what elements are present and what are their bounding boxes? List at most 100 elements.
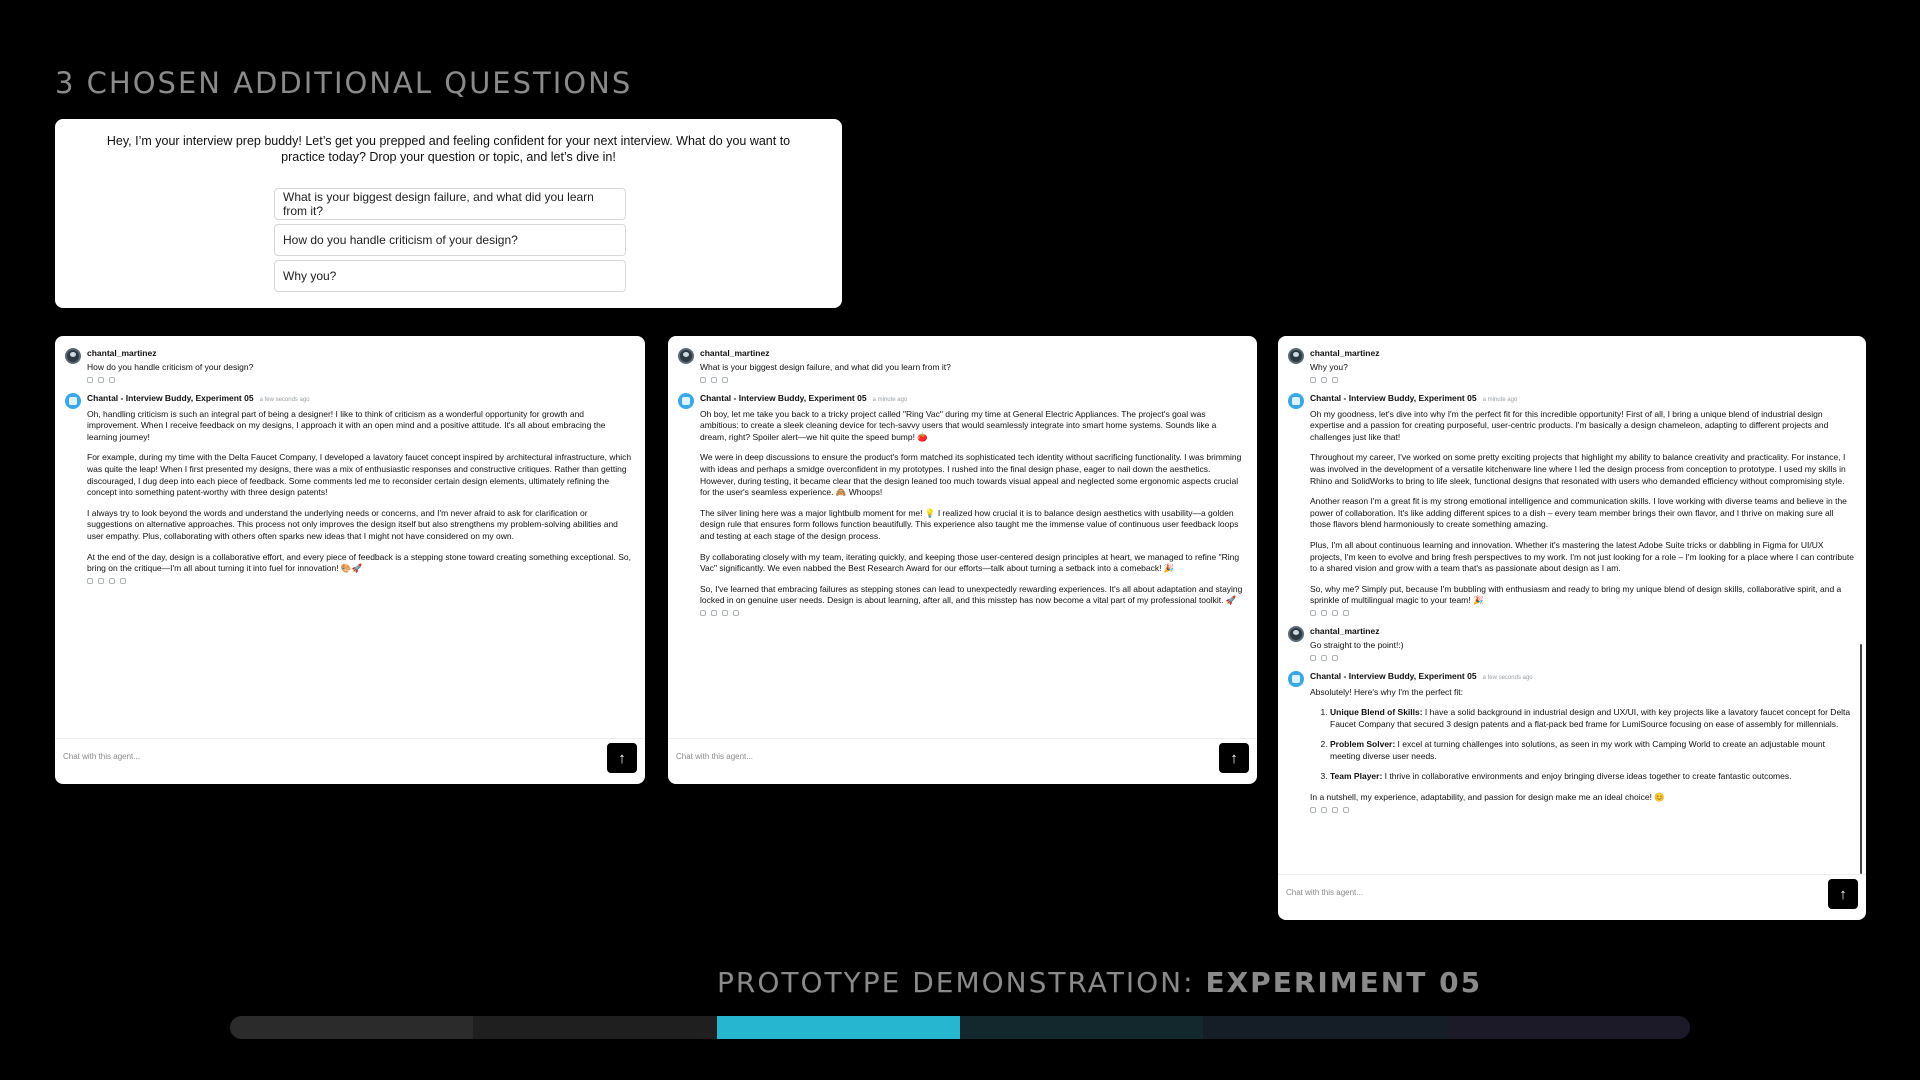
timestamp: a few seconds ago [1482,674,1533,681]
user-question: How do you handle criticism of your desi… [87,362,254,372]
scrollbar[interactable] [1860,644,1862,874]
section-title: 3 CHOSEN ADDITIONAL QUESTIONS [55,66,633,100]
suggestion-chip[interactable]: Why you? [274,260,626,292]
code-icon[interactable] [722,376,728,383]
composer: ↑ [55,738,645,784]
chat-panel-criticism: chantal_martinez How do you handle criti… [55,336,645,784]
bot-paragraph: By collaborating closely with my team, i… [700,551,1240,574]
progress-bar [230,1016,1690,1039]
bot-paragraph: For example, during my time with the Del… [87,452,632,498]
delete-icon[interactable] [1321,609,1327,616]
code-icon[interactable] [733,609,739,616]
bot-avatar-icon [1288,670,1304,687]
bot-message: Chantal - Interview Buddy, Experiment 05… [65,392,633,584]
bot-avatar-icon [1288,392,1304,409]
copy-icon[interactable] [87,577,93,584]
delete-icon[interactable] [98,376,104,383]
bot-name: Chantal - Interview Buddy, Experiment 05 [1310,392,1477,403]
copy-icon[interactable] [1310,654,1316,661]
chat-input[interactable] [676,745,1156,767]
code-icon[interactable] [1343,609,1349,616]
refresh-icon[interactable] [109,577,115,584]
demo-title: PROTOTYPE DEMONSTRATION: EXPERIMENT 05 [717,966,1483,999]
arrow-up-icon: ↑ [1230,749,1238,767]
user-message: chantal_martinez What is your biggest de… [678,348,1245,383]
send-button[interactable]: ↑ [607,743,637,773]
refresh-icon[interactable] [1332,609,1338,616]
user-name: chantal_martinez [1310,625,1380,636]
user-message: chantal_martinez Go straight to the poin… [1288,625,1854,661]
user-message: chantal_martinez Why you? [1288,348,1854,383]
progress-segment [1203,1016,1447,1039]
user-name: chantal_martinez [1310,348,1380,358]
timestamp: a minute ago [872,396,908,403]
delete-icon[interactable] [1321,654,1327,661]
user-avatar-icon [65,348,81,364]
bot-message: Chantal - Interview Buddy, Experiment 05… [678,392,1245,616]
user-avatar-icon [1288,625,1304,642]
chat-panel-why-you: chantal_martinez Why you? Chantal - Inte… [1278,336,1866,920]
copy-icon[interactable] [1310,806,1316,813]
copy-icon[interactable] [1310,609,1316,616]
bot-paragraph: At the end of the day, design is a colla… [87,551,632,574]
bot-message: Chantal - Interview Buddy, Experiment 05… [1288,670,1854,813]
code-icon[interactable] [1343,806,1349,813]
conversation: chantal_martinez Why you? Chantal - Inte… [1278,336,1866,874]
bot-paragraph: Plus, I'm all about continuous learning … [1310,539,1854,574]
delete-icon[interactable] [1321,376,1327,383]
bot-paragraph: Another reason I'm a great fit is my str… [1310,496,1847,530]
user-question: Go straight to the point!:) [1310,639,1404,650]
arrow-up-icon: ↑ [1839,885,1847,903]
code-icon[interactable] [1332,654,1338,661]
user-avatar-icon [678,348,694,364]
arrow-up-icon: ↑ [618,749,626,767]
user-message: chantal_martinez How do you handle criti… [65,348,633,383]
copy-icon[interactable] [700,609,706,616]
conversation: chantal_martinez What is your biggest de… [668,336,1257,738]
delete-icon[interactable] [711,609,717,616]
user-question: What is your biggest design failure, and… [700,362,951,372]
bot-paragraph: So, I've learned that embracing failures… [700,583,1243,606]
bot-paragraph: Oh my goodness, let's dive into why I'm … [1310,408,1829,442]
code-icon[interactable] [120,577,126,584]
intro-text: Hey, I’m your interview prep buddy! Let’… [106,134,791,164]
user-name: chantal_martinez [700,348,770,358]
send-button[interactable]: ↑ [1219,743,1249,773]
delete-icon[interactable] [711,376,717,383]
code-icon[interactable] [1332,376,1338,383]
suggestion-chip[interactable]: How do you handle criticism of your desi… [274,224,626,256]
delete-icon[interactable] [1321,806,1327,813]
user-question: Why you? [1310,362,1348,372]
bot-name: Chantal - Interview Buddy, Experiment 05 [87,392,254,403]
bot-paragraph: The silver lining here was a major light… [700,507,1239,541]
composer: ↑ [1278,874,1866,920]
copy-icon[interactable] [1310,376,1316,383]
bot-message: Chantal - Interview Buddy, Experiment 05… [1288,392,1854,616]
conversation: chantal_martinez How do you handle criti… [55,336,645,738]
code-icon[interactable] [109,376,115,383]
list-item: Unique Blend of Skills: I have a solid b… [1330,707,1854,730]
bot-avatar-icon [65,392,81,409]
bot-name: Chantal - Interview Buddy, Experiment 05 [700,392,867,403]
timestamp: a minute ago [1482,396,1518,403]
bot-paragraph: In a nutshell, my experience, adaptabili… [1310,792,1665,803]
bot-paragraph: Oh, handling criticism is such an integr… [87,408,606,442]
copy-icon[interactable] [87,376,93,383]
refresh-icon[interactable] [1332,806,1338,813]
bot-paragraph: I always try to look beyond the words an… [87,507,618,541]
chat-input[interactable] [1286,881,1766,903]
refresh-icon[interactable] [722,609,728,616]
suggestion-list: What is your biggest design failure, and… [274,188,626,296]
bot-paragraph: Throughout my career, I've worked on som… [1310,452,1846,486]
progress-segment [230,1016,474,1039]
suggestion-chip[interactable]: What is your biggest design failure, and… [274,188,626,220]
chat-input[interactable] [63,745,543,767]
delete-icon[interactable] [98,577,104,584]
progress-segment-active [716,1016,960,1039]
progress-segment [473,1016,717,1039]
send-button[interactable]: ↑ [1828,879,1858,909]
bot-name: Chantal - Interview Buddy, Experiment 05 [1310,670,1477,681]
copy-icon[interactable] [700,376,706,383]
bot-paragraph: Oh boy, let me take you back to a tricky… [700,408,1217,442]
progress-segment [959,1016,1204,1039]
